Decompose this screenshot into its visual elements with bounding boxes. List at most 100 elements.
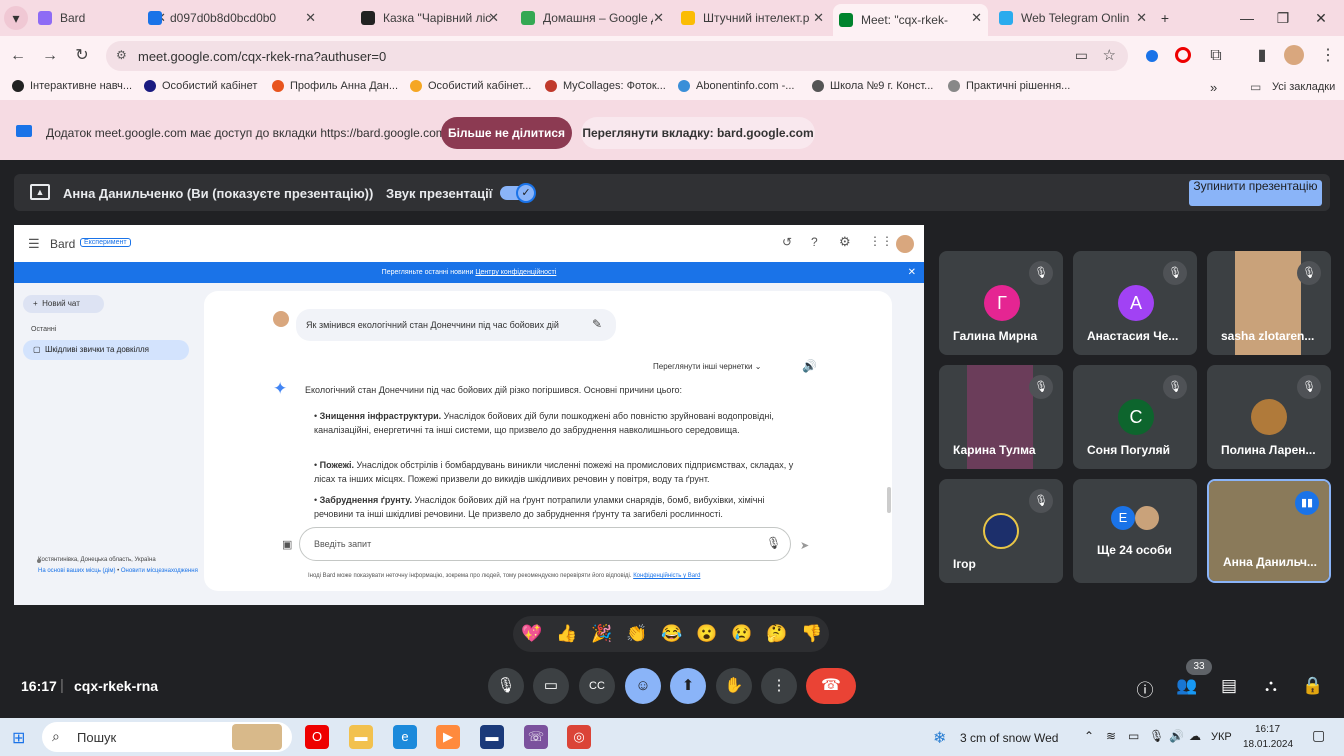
tab-close-icon[interactable]: ✕ xyxy=(488,10,499,26)
notifications-icon[interactable]: ▢ xyxy=(1312,727,1325,744)
clock-date[interactable]: 18.01.2024 xyxy=(1243,739,1293,750)
tab-3[interactable]: Домашня – Google Д ✕ xyxy=(515,4,670,32)
bookmarks-more-button[interactable]: » xyxy=(1210,80,1217,95)
participant-tile[interactable]: С Соня Погуляй 🎙 xyxy=(1073,365,1197,469)
reaction-emoji[interactable]: 😂 xyxy=(661,624,682,644)
settings-icon[interactable]: ⚙ xyxy=(839,234,851,250)
tray-expand-icon[interactable]: ⌃ xyxy=(1084,729,1094,743)
tab-close-icon[interactable]: ✕ xyxy=(1136,10,1147,26)
tab-close-icon[interactable]: ✕ xyxy=(653,10,664,26)
address-bar[interactable]: ⚙ meet.google.com/cqx-rkek-rna?authuser=… xyxy=(106,41,1128,71)
tab-6[interactable]: Web Telegram Onlin ✕ xyxy=(993,4,1153,32)
info-icon[interactable]: ⓘ xyxy=(1133,676,1157,701)
participant-tile[interactable]: Карина Тулма 🎙 xyxy=(939,365,1063,469)
microphone-tray-icon[interactable]: 🎙 xyxy=(1149,729,1164,743)
language-indicator[interactable]: УКР xyxy=(1211,731,1232,743)
reactions-button[interactable]: ☺ xyxy=(625,668,661,704)
participant-tile[interactable]: Ігор 🎙 xyxy=(939,479,1063,583)
activities-icon[interactable]: ⛬ xyxy=(1259,676,1283,696)
recent-chat-item[interactable]: ▢ Шкідливі звички та довкілля xyxy=(23,340,189,360)
camera-button[interactable]: ▭ xyxy=(533,668,569,704)
participant-tile[interactable]: Е Ще 24 особи xyxy=(1073,479,1197,583)
bookmark-item[interactable]: Школа №9 г. Конст... xyxy=(812,80,933,92)
start-icon[interactable]: ⊞ xyxy=(12,728,25,748)
back-icon[interactable]: ← xyxy=(8,46,28,66)
new-chat-button[interactable]: + Новий чат xyxy=(23,295,104,313)
reaction-emoji[interactable]: 👏 xyxy=(626,624,647,644)
tab-5[interactable]: Meet: "cqx-rkek- ✕ xyxy=(833,4,988,36)
bookmark-item[interactable]: Інтерактивне навч... xyxy=(12,80,132,92)
reaction-emoji[interactable]: 💖 xyxy=(521,624,542,644)
bookmark-item[interactable]: Профиль Анна Дан... xyxy=(272,80,398,92)
presentation-sound-toggle[interactable]: ✓ xyxy=(500,183,536,203)
host-controls-icon[interactable]: 🔒 xyxy=(1301,676,1325,696)
maximize-icon[interactable]: ❐ xyxy=(1268,6,1298,30)
reaction-emoji[interactable]: 😮 xyxy=(696,624,717,644)
leave-call-button[interactable]: ☎ xyxy=(806,668,856,704)
bookmark-item[interactable]: Практичні рішення... xyxy=(948,80,1070,92)
reaction-emoji[interactable]: 👎 xyxy=(801,624,822,644)
side-panel-icon[interactable]: ▮ xyxy=(1252,46,1272,66)
menu-icon[interactable]: ⋮ xyxy=(1318,46,1338,66)
image-upload-icon[interactable]: ▣ xyxy=(282,538,292,551)
minimize-icon[interactable]: — xyxy=(1232,6,1262,30)
chat-icon[interactable]: ▤ xyxy=(1217,676,1241,696)
extension-dot-icon[interactable] xyxy=(1146,50,1158,62)
tab-close-icon[interactable]: ✕ xyxy=(305,10,316,26)
flag-app-icon[interactable]: ▬ xyxy=(480,725,504,749)
profile-avatar[interactable] xyxy=(1284,45,1304,65)
bookmark-item[interactable]: Abonentinfo.com -... xyxy=(678,80,794,92)
tab-close-icon[interactable]: ✕ xyxy=(813,10,824,26)
all-bookmarks-link[interactable]: Усі закладки xyxy=(1272,81,1335,93)
tab-search-icon[interactable]: ▾ xyxy=(4,6,28,30)
reaction-emoji[interactable]: 👍 xyxy=(556,624,577,644)
send-icon[interactable]: ➤ xyxy=(800,539,809,552)
update-location-link[interactable]: Оновити місцезнаходження xyxy=(121,568,198,574)
reaction-emoji[interactable]: 🤔 xyxy=(766,624,787,644)
wifi-icon[interactable]: ≋ xyxy=(1106,729,1116,743)
bookmark-item[interactable]: Особистий кабінет... xyxy=(410,80,531,92)
forward-icon[interactable]: → xyxy=(40,46,60,66)
file-explorer-icon[interactable]: ▬ xyxy=(349,725,373,749)
taskbar-search[interactable]: ⌕ Пошук xyxy=(42,722,292,752)
reload-icon[interactable]: ↻ xyxy=(72,46,92,66)
viber-app-icon[interactable]: ☏ xyxy=(524,725,548,749)
privacy-link[interactable]: Конфіденційність у Bard xyxy=(633,573,700,579)
view-tab-button[interactable]: Переглянути вкладку: bard.google.com xyxy=(581,117,815,149)
microphone-button[interactable]: 🎙 xyxy=(488,668,524,704)
people-icon[interactable]: 👥 xyxy=(1175,676,1199,696)
weather-text[interactable]: 3 cm of snow Wed xyxy=(960,731,1058,745)
camera-icon[interactable]: ▭ xyxy=(1075,47,1088,64)
raise-hand-button[interactable]: ✋ xyxy=(716,668,752,704)
participant-tile[interactable]: Полина Ларен... 🎙 xyxy=(1207,365,1331,469)
bard-avatar[interactable] xyxy=(896,235,914,253)
tab-4[interactable]: Штучний інтелект.р ✕ xyxy=(675,4,830,32)
clock-time[interactable]: 16:17 xyxy=(1255,724,1280,735)
reaction-emoji[interactable]: 😢 xyxy=(731,624,752,644)
location-link[interactable]: На основі ваших місць (дім) xyxy=(38,568,115,574)
speaker-icon[interactable]: 🔊 xyxy=(802,359,817,373)
tab-close-icon[interactable]: ✕ xyxy=(971,10,982,26)
extensions-icon[interactable]: ⧉ xyxy=(1206,46,1226,66)
chat-scrollbar[interactable] xyxy=(887,487,891,513)
new-tab-button[interactable]: + xyxy=(1150,6,1180,30)
volume-icon[interactable]: 🔊 xyxy=(1169,729,1184,743)
more-options-button[interactable]: ⋮ xyxy=(761,668,797,704)
help-icon[interactable]: ? xyxy=(811,235,818,249)
mic-icon[interactable]: 🎙 xyxy=(766,536,781,550)
participant-tile[interactable]: А Анастасия Че... 🎙 xyxy=(1073,251,1197,355)
banner-link[interactable]: Центру конфіденційності xyxy=(475,269,556,276)
banner-close-icon[interactable]: ✕ xyxy=(908,262,916,283)
tab-2[interactable]: Казка "Чарівний ліс ✕ xyxy=(355,4,505,32)
close-window-icon[interactable]: ✕ xyxy=(1306,6,1336,30)
history-icon[interactable]: ↺ xyxy=(782,235,792,249)
bookmark-item[interactable]: Особистий кабінет xyxy=(144,80,257,92)
apps-icon[interactable]: ⋮⋮ xyxy=(869,234,893,248)
tab-1[interactable]: d097d0b8d0bcd0b0 ✕ xyxy=(142,4,322,32)
reaction-emoji[interactable]: 🎉 xyxy=(591,624,612,644)
opera-extension-icon[interactable] xyxy=(1175,47,1191,63)
hamburger-icon[interactable]: ☰ xyxy=(28,236,40,252)
cloud-icon[interactable]: ☁ xyxy=(1189,729,1201,743)
stop-sharing-button[interactable]: Більше не ділитися xyxy=(441,117,572,149)
participant-tile[interactable]: Г Галина Мирна 🎙 xyxy=(939,251,1063,355)
